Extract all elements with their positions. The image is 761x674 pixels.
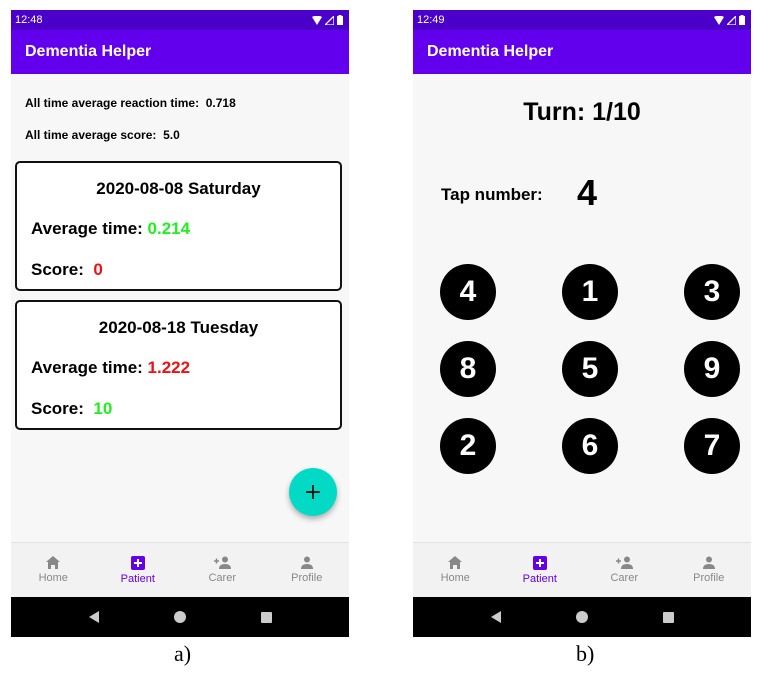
- app-bar: Dementia Helper: [413, 30, 751, 74]
- person-add-icon: [616, 556, 634, 569]
- number-button[interactable]: 8: [440, 341, 496, 397]
- number-button[interactable]: 7: [684, 418, 740, 474]
- app-bar: Dementia Helper: [11, 30, 349, 74]
- status-time: 12:48: [15, 14, 43, 26]
- back-icon[interactable]: [88, 611, 100, 623]
- bottom-navigation: Home Patient Carer Profile: [11, 542, 349, 597]
- wifi-icon: [312, 15, 322, 25]
- tap-number-label: Tap number:: [441, 185, 543, 204]
- app-title: Dementia Helper: [25, 43, 152, 60]
- turn-counter: Turn: 1/10: [523, 98, 641, 126]
- average-score-label: All time average score:: [25, 128, 157, 142]
- number-button[interactable]: 2: [440, 418, 496, 474]
- number-button[interactable]: 6: [562, 418, 618, 474]
- nav-label-patient: Patient: [522, 572, 557, 585]
- battery-icon: [337, 15, 343, 25]
- nav-label-carer: Carer: [208, 572, 236, 584]
- person-add-icon: [214, 556, 232, 569]
- nav-item-home[interactable]: Home: [413, 543, 498, 597]
- average-score-summary: All time average score: 5.0: [25, 128, 180, 142]
- add-session-button[interactable]: +: [289, 468, 337, 516]
- average-score-value: 5.0: [163, 128, 180, 142]
- person-icon: [300, 556, 313, 569]
- session-card[interactable]: 2020-08-18 Tuesday Average time: 1.222 S…: [15, 300, 342, 430]
- home-circle-icon[interactable]: [174, 611, 187, 623]
- nav-item-home[interactable]: Home: [11, 543, 96, 597]
- nav-label-patient: Patient: [120, 572, 155, 585]
- session-average-time: Average time: 1.222: [31, 358, 190, 378]
- session-card[interactable]: 2020-08-08 Saturday Average time: 0.214 …: [15, 161, 342, 291]
- system-navigation-bar: [413, 597, 751, 637]
- average-reaction-label: All time average reaction time:: [25, 96, 200, 110]
- nav-label-home: Home: [38, 572, 68, 584]
- patient-add-icon: [532, 555, 547, 570]
- nav-item-carer[interactable]: Carer: [180, 543, 265, 597]
- system-navigation-bar: [11, 597, 349, 637]
- session-date: 2020-08-18 Tuesday: [98, 318, 259, 337]
- score-label: Score:: [31, 399, 84, 418]
- session-score: Score: 0: [31, 260, 103, 280]
- number-button[interactable]: 3: [684, 264, 740, 320]
- status-icons: [714, 15, 745, 25]
- average-reaction-summary: All time average reaction time: 0.718: [25, 96, 236, 110]
- nav-label-profile: Profile: [693, 572, 725, 584]
- score-label: Score:: [31, 260, 84, 279]
- home-icon: [46, 556, 61, 569]
- score-value: 0: [93, 260, 103, 279]
- number-button[interactable]: 5: [562, 341, 618, 397]
- back-icon[interactable]: [490, 611, 502, 623]
- wifi-icon: [714, 15, 724, 25]
- nav-item-profile[interactable]: Profile: [667, 543, 752, 597]
- signal-icon: [325, 15, 334, 25]
- score-value: 10: [93, 399, 113, 418]
- nav-item-profile[interactable]: Profile: [265, 543, 350, 597]
- number-button[interactable]: 4: [440, 264, 496, 320]
- nav-item-carer[interactable]: Carer: [582, 543, 667, 597]
- status-icons: [312, 15, 343, 25]
- nav-label-profile: Profile: [291, 572, 323, 584]
- nav-item-patient[interactable]: Patient: [96, 543, 181, 597]
- nav-label-carer: Carer: [610, 572, 638, 584]
- screen-b: 12:49 Dementia Helper Turn: 1/10 Tap num…: [413, 10, 751, 637]
- recents-icon[interactable]: [260, 611, 272, 623]
- nav-label-home: Home: [440, 572, 470, 584]
- average-time-value: 0.214: [147, 219, 191, 238]
- average-reaction-value: 0.718: [205, 96, 236, 110]
- average-time-label: Average time:: [31, 358, 143, 377]
- status-bar: 12:49: [413, 10, 751, 30]
- status-time: 12:49: [417, 14, 445, 26]
- screen-a: 12:48 Dementia Helper All time average r…: [11, 10, 349, 637]
- number-button[interactable]: 1: [562, 264, 618, 320]
- target-number: 4: [577, 172, 598, 213]
- session-average-time: Average time: 0.214: [31, 219, 190, 239]
- person-icon: [702, 556, 715, 569]
- patient-add-icon: [130, 555, 145, 570]
- session-score: Score: 10: [31, 399, 112, 419]
- home-icon: [448, 556, 463, 569]
- app-title: Dementia Helper: [427, 43, 554, 60]
- average-time-label: Average time:: [31, 219, 143, 238]
- nav-item-patient[interactable]: Patient: [498, 543, 583, 597]
- recents-icon[interactable]: [662, 611, 674, 623]
- session-date: 2020-08-08 Saturday: [96, 179, 261, 198]
- status-bar: 12:48: [11, 10, 349, 30]
- signal-icon: [727, 15, 736, 25]
- figure-caption-b: b): [576, 641, 595, 666]
- bottom-navigation: Home Patient Carer Profile: [413, 542, 751, 597]
- battery-icon: [739, 15, 745, 25]
- home-circle-icon[interactable]: [576, 611, 589, 623]
- figure-caption-a: a): [174, 641, 192, 666]
- average-time-value: 1.222: [147, 358, 191, 377]
- number-button[interactable]: 9: [684, 341, 740, 397]
